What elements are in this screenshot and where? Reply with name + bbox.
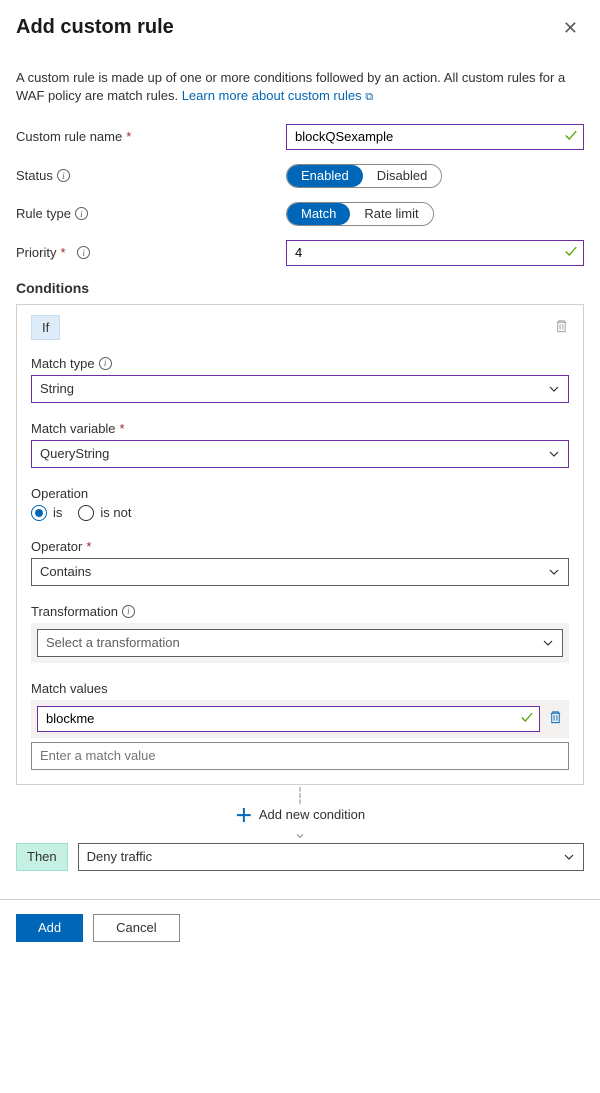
condition-connector: ┆ ＋ Add new condition ⌄ bbox=[16, 791, 584, 839]
status-label: Status i bbox=[16, 168, 286, 183]
operation-is-label: is bbox=[53, 505, 62, 520]
panel-title: Add custom rule bbox=[16, 16, 174, 39]
description-text: A custom rule is made up of one or more … bbox=[16, 69, 584, 106]
rule-name-label: Custom rule name* bbox=[16, 129, 286, 144]
info-icon[interactable]: i bbox=[75, 207, 88, 220]
then-badge: Then bbox=[16, 843, 68, 871]
match-value-input-new[interactable] bbox=[31, 742, 569, 770]
valid-check-icon bbox=[520, 710, 534, 727]
add-button[interactable]: Add bbox=[16, 914, 83, 942]
arrow-down-icon: ⌄ bbox=[293, 828, 306, 839]
delete-value-icon[interactable] bbox=[548, 709, 563, 728]
status-enabled[interactable]: Enabled bbox=[287, 165, 363, 187]
conditions-heading: Conditions bbox=[16, 280, 584, 296]
match-variable-label: Match variable* bbox=[31, 421, 569, 436]
radio-icon bbox=[31, 505, 47, 521]
valid-check-icon bbox=[564, 244, 578, 261]
conditions-container: If Match type i String Match variable* Q… bbox=[16, 304, 584, 785]
action-select[interactable]: Deny traffic bbox=[78, 843, 584, 871]
priority-label: Priority* i bbox=[16, 245, 286, 260]
match-variable-select[interactable]: QueryString bbox=[31, 440, 569, 468]
info-icon[interactable]: i bbox=[99, 357, 112, 370]
transformation-select[interactable]: Select a transformation bbox=[37, 629, 563, 657]
rule-type-match[interactable]: Match bbox=[287, 203, 350, 225]
rule-type-rate-limit[interactable]: Rate limit bbox=[350, 203, 432, 225]
add-condition-button[interactable]: ＋ Add new condition bbox=[235, 802, 365, 828]
operation-isnot-label: is not bbox=[100, 505, 131, 520]
cancel-button[interactable]: Cancel bbox=[93, 914, 179, 942]
match-type-select[interactable]: String bbox=[31, 375, 569, 403]
transformation-label: Transformation i bbox=[31, 604, 569, 619]
rule-name-input[interactable] bbox=[286, 124, 584, 150]
add-condition-label: Add new condition bbox=[259, 807, 365, 822]
close-icon[interactable]: ✕ bbox=[557, 16, 584, 41]
info-icon[interactable]: i bbox=[77, 246, 90, 259]
plus-icon: ＋ bbox=[235, 802, 253, 828]
operator-select[interactable]: Contains bbox=[31, 558, 569, 586]
status-toggle[interactable]: Enabled Disabled bbox=[286, 164, 442, 188]
arrow-down-icon: ┆ bbox=[295, 791, 305, 802]
operation-isnot-radio[interactable]: is not bbox=[78, 505, 131, 521]
external-link-icon: ⧉ bbox=[365, 90, 373, 105]
info-icon[interactable]: i bbox=[57, 169, 70, 182]
valid-check-icon bbox=[564, 128, 578, 145]
delete-condition-icon[interactable] bbox=[554, 318, 569, 337]
learn-more-link[interactable]: Learn more about custom rules ⧉ bbox=[182, 88, 373, 103]
priority-input[interactable] bbox=[286, 240, 584, 266]
rule-type-toggle[interactable]: Match Rate limit bbox=[286, 202, 434, 226]
operator-label: Operator* bbox=[31, 539, 569, 554]
info-icon[interactable]: i bbox=[122, 605, 135, 618]
status-disabled[interactable]: Disabled bbox=[363, 165, 442, 187]
if-badge: If bbox=[31, 315, 60, 340]
match-value-input-0[interactable] bbox=[37, 706, 540, 732]
operation-label: Operation bbox=[31, 486, 569, 501]
radio-icon bbox=[78, 505, 94, 521]
operation-is-radio[interactable]: is bbox=[31, 505, 62, 521]
match-values-label: Match values bbox=[31, 681, 569, 696]
learn-more-text: Learn more about custom rules bbox=[182, 88, 362, 103]
rule-type-label: Rule type i bbox=[16, 206, 286, 221]
match-type-label: Match type i bbox=[31, 356, 569, 371]
